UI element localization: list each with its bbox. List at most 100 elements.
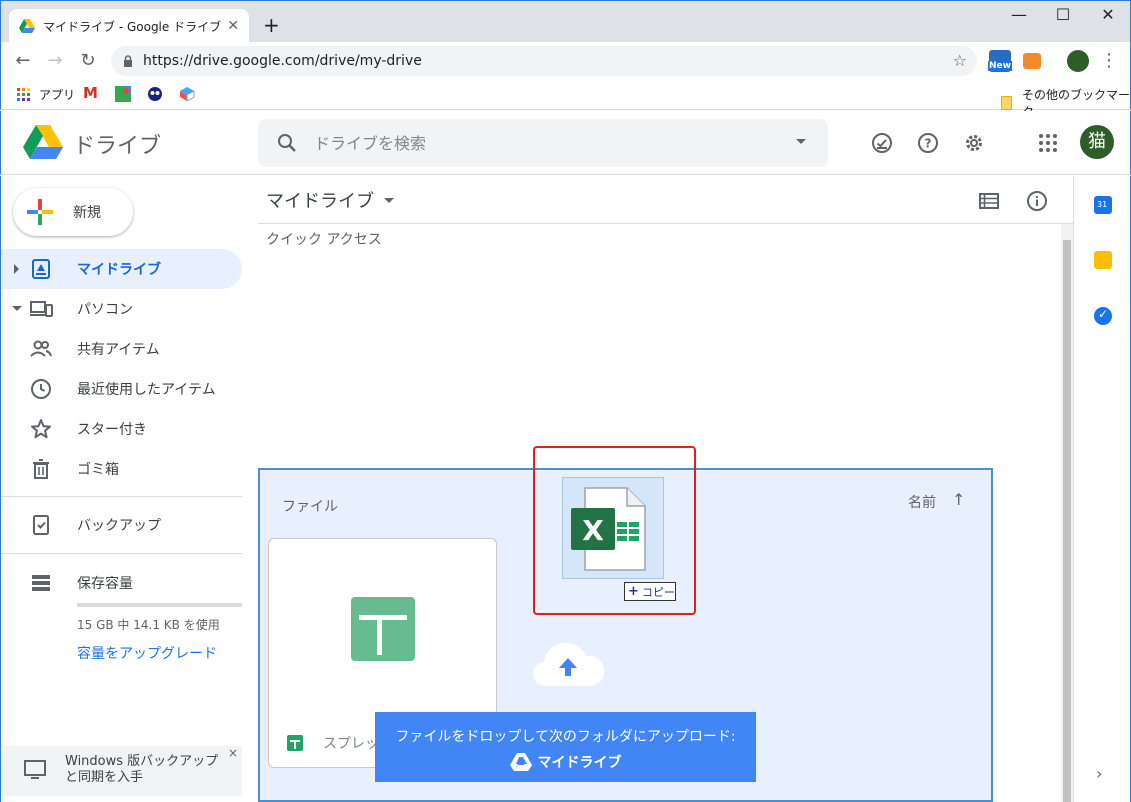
my-drive-icon [32, 259, 50, 279]
sidebar-divider [1, 496, 242, 497]
address-bar[interactable]: https://drive.google.com/drive/my-drive … [111, 46, 977, 76]
offline-ready-icon[interactable] [870, 131, 894, 155]
list-view-icon[interactable] [977, 189, 1001, 213]
upload-cloud-icon [532, 642, 605, 687]
info-icon[interactable] [1025, 189, 1049, 213]
reload-button[interactable]: ↻ [76, 50, 100, 71]
file-name: スプレッ [323, 736, 379, 752]
sidebar-item-trash[interactable]: ゴミ箱 [1, 449, 242, 489]
new-badge: New [988, 61, 1012, 71]
spreadsheet-thumbnail-icon [351, 597, 415, 661]
sidebar-item-starred[interactable]: スター付き [1, 409, 242, 449]
lock-icon [124, 55, 132, 67]
new-button[interactable]: 新規 [13, 188, 133, 236]
bookmark-star-icon[interactable]: ☆ [953, 51, 967, 70]
mascot-icon [148, 87, 162, 101]
side-panel: 31 ✓ › [1073, 176, 1131, 802]
help-icon[interactable]: ? [916, 131, 940, 155]
bookmarks-bar: アプリ M その他のブックマーク [0, 80, 1131, 119]
sidebar: 新規 マイドライブ パソコン 共有アイテム 最近使用したアイテム スター付き ゴ… [0, 176, 242, 802]
browser-toolbar: ← → ↻ https://drive.google.com/drive/my-… [0, 42, 1131, 80]
browser-titlebar: マイドライブ - Google ドライブ ✕ + — ☐ ✕ [0, 0, 1131, 43]
browser-tab[interactable]: マイドライブ - Google ドライブ ✕ [9, 9, 249, 43]
dragged-file[interactable]: X [562, 477, 664, 579]
main-divider [258, 223, 1073, 224]
sidebar-item-storage[interactable]: 保存容量 [1, 563, 242, 603]
back-button[interactable]: ← [11, 50, 35, 71]
sort-by-name-button[interactable]: 名前 [908, 492, 936, 512]
drive-logo-text[interactable]: ドライブ [73, 128, 161, 160]
storage-usage-bar [77, 603, 242, 607]
quick-access-heading: クイック アクセス [266, 232, 382, 248]
maps-bookmark-icon[interactable] [115, 86, 131, 102]
sidebar-item-label: ゴミ箱 [77, 462, 119, 478]
maximize-button[interactable]: ☐ [1040, 5, 1086, 24]
new-tab-button[interactable]: + [263, 13, 280, 37]
sort-direction-icon[interactable]: ↑ [952, 490, 965, 509]
sidebar-item-label: バックアップ [77, 518, 161, 534]
sidebar-item-label: 保存容量 [77, 576, 133, 592]
google-apps-icon[interactable] [1036, 131, 1060, 155]
bookmark-apps[interactable]: アプリ [17, 86, 75, 103]
page-title[interactable]: マイドライブ [266, 187, 394, 213]
drive-logo-icon[interactable] [23, 125, 63, 159]
excel-file-icon: X [571, 487, 646, 571]
sidebar-item-computers[interactable]: パソコン [1, 289, 242, 329]
copy-plus-icon: + [628, 584, 639, 599]
close-window-button[interactable]: ✕ [1085, 5, 1131, 24]
copy-label: コピー [641, 585, 675, 599]
menu-kebab-icon[interactable]: ⋮ [1097, 50, 1121, 71]
sidebar-item-shared[interactable]: 共有アイテム [1, 329, 242, 369]
search-input[interactable] [314, 131, 754, 155]
account-avatar[interactable]: 猫 [1080, 125, 1114, 159]
drop-upload-banner: ファイルをドロップして次のフォルダにアップロード: マイドライブ [375, 712, 756, 782]
collapse-arrow-icon[interactable] [12, 306, 22, 311]
sidebar-item-backup[interactable]: バックアップ [1, 505, 242, 545]
gmail-bookmark-icon[interactable]: M [83, 84, 98, 102]
bookmark-apps-label: アプリ [39, 88, 76, 102]
scrollbar-thumb[interactable] [1063, 240, 1071, 802]
upgrade-storage-link[interactable]: 容量をアップグレード [77, 643, 217, 663]
sheets-file-icon [287, 735, 303, 751]
backup-sync-promo[interactable]: Windows 版バックアップと同期を入手 × [1, 746, 242, 796]
tab-close-icon[interactable]: ✕ [227, 18, 239, 34]
settings-gear-icon[interactable] [962, 131, 986, 155]
sidebar-item-my-drive[interactable]: マイドライブ [1, 249, 242, 289]
search-options-dropdown-icon[interactable] [796, 139, 806, 144]
folder-icon [1001, 96, 1012, 110]
forward-button[interactable]: → [43, 50, 67, 71]
recent-icon [31, 379, 51, 399]
calendar-icon[interactable]: 31 [1094, 196, 1112, 214]
promo-close-icon[interactable]: × [228, 746, 238, 760]
title-dropdown-icon[interactable] [384, 197, 394, 203]
sidebar-item-label: マイドライブ [77, 262, 161, 278]
star-icon [31, 419, 51, 439]
svg-text:?: ? [925, 137, 932, 151]
page-title-label: マイドライブ [266, 191, 374, 212]
trash-icon [33, 459, 49, 479]
sidebar-item-label: パソコン [77, 302, 133, 318]
mascot-bookmark-icon[interactable] [147, 86, 163, 102]
tasks-icon[interactable]: ✓ [1094, 307, 1112, 325]
drive-header: ドライブ ? 猫 [0, 111, 1131, 175]
url-text: https://drive.google.com/drive/my-drive [143, 53, 422, 69]
box-bookmark-icon[interactable] [179, 86, 195, 102]
promo-text: Windows 版バックアップと同期を入手 [65, 754, 219, 785]
monitor-icon [24, 760, 46, 779]
expand-panel-chevron-icon[interactable]: › [1096, 764, 1102, 783]
sidebar-item-recent[interactable]: 最近使用したアイテム [1, 369, 242, 409]
maps-icon [115, 86, 131, 102]
extension-new-icon[interactable]: New [988, 50, 1012, 72]
minimize-button[interactable]: — [996, 5, 1042, 24]
files-section-label: ファイル [282, 499, 338, 515]
computers-icon [30, 301, 53, 317]
drive-white-icon [509, 753, 532, 771]
drive-favicon-icon [19, 19, 35, 33]
expand-arrow-icon[interactable] [14, 264, 19, 274]
search-box[interactable] [258, 119, 828, 167]
keep-icon[interactable] [1094, 251, 1112, 269]
profile-avatar-icon[interactable] [1067, 50, 1089, 72]
search-icon[interactable] [276, 132, 298, 154]
apps-grid-icon [17, 87, 30, 101]
extension-window-icon[interactable] [1023, 53, 1041, 69]
